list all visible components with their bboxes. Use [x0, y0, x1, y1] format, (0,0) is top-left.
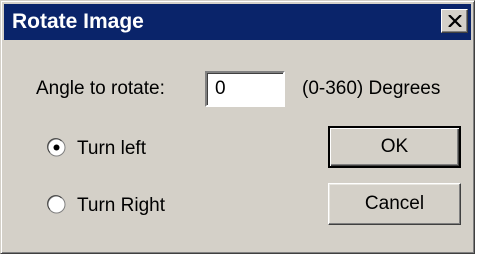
cancel-button[interactable]: Cancel: [328, 183, 461, 225]
close-button[interactable]: [441, 9, 468, 33]
angle-label: Angle to rotate:: [36, 78, 165, 99]
ok-button[interactable]: OK: [328, 126, 461, 168]
window-title: Rotate Image: [12, 10, 144, 33]
turn-right-label[interactable]: Turn Right: [77, 195, 165, 217]
turn-right-radio[interactable]: [47, 195, 66, 214]
angle-input[interactable]: [205, 71, 285, 107]
rotate-image-dialog: Rotate Image Angle to rotate: (0-360) De…: [0, 0, 475, 254]
turn-left-label[interactable]: Turn left: [77, 138, 146, 160]
angle-range-hint: (0-360) Degrees: [302, 78, 441, 99]
close-icon: [448, 15, 462, 27]
turn-left-radio[interactable]: [47, 138, 66, 157]
title-bar[interactable]: Rotate Image: [4, 4, 471, 40]
